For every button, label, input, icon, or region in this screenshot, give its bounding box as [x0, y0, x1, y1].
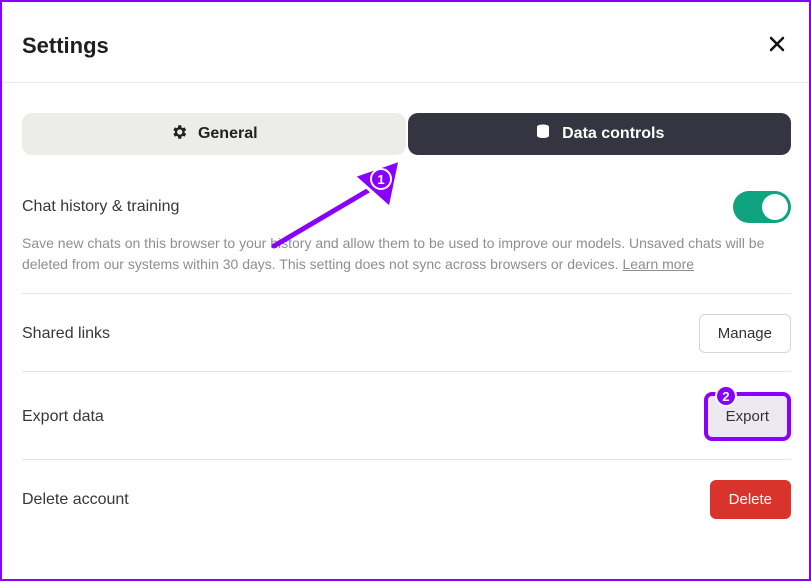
export-button[interactable]: Export	[704, 392, 791, 441]
section-shared-links: Shared links Manage	[22, 294, 791, 372]
export-data-title: Export data	[22, 408, 104, 426]
tab-general-label: General	[198, 125, 258, 143]
delete-account-title: Delete account	[22, 491, 129, 509]
section-export-data: Export data Export	[22, 372, 791, 460]
chat-history-toggle[interactable]	[733, 191, 791, 223]
section-chat-history: Chat history & training Save new chats o…	[22, 189, 791, 294]
chat-history-description: Save new chats on this browser to your h…	[22, 233, 791, 275]
toggle-knob	[762, 194, 788, 220]
delete-button[interactable]: Delete	[710, 480, 791, 519]
tab-data-controls-label: Data controls	[562, 125, 664, 143]
tab-general[interactable]: General	[22, 113, 406, 155]
page-title: Settings	[22, 33, 109, 59]
gear-icon	[170, 123, 188, 146]
chat-history-title: Chat history & training	[22, 198, 179, 216]
close-icon	[768, 35, 786, 58]
learn-more-link[interactable]: Learn more	[622, 256, 694, 272]
close-button[interactable]	[763, 32, 791, 60]
database-icon	[534, 123, 552, 146]
tab-data-controls[interactable]: Data controls	[408, 113, 792, 155]
manage-button[interactable]: Manage	[699, 314, 791, 353]
shared-links-title: Shared links	[22, 325, 110, 343]
section-delete-account: Delete account Delete	[22, 460, 791, 537]
header-divider	[2, 82, 809, 83]
